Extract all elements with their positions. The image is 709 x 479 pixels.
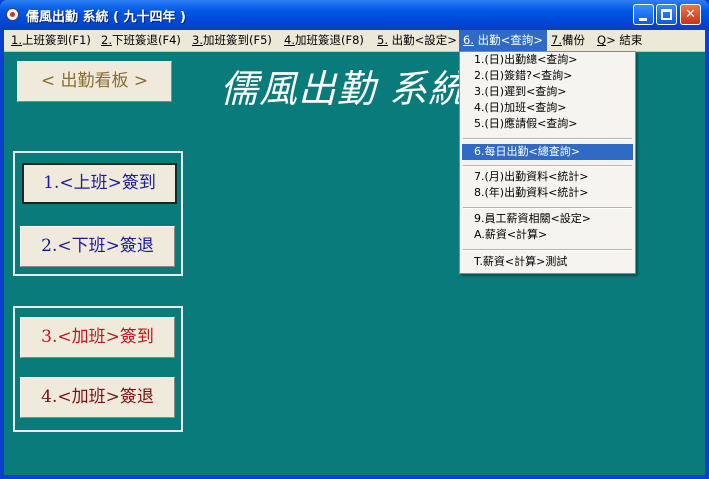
clock-out-button[interactable]: 2.<下班>簽退 [20,226,175,267]
minimize-button[interactable] [633,4,654,25]
dd-separator [463,207,632,209]
dd-salary-calc[interactable]: A.薪資<計算> [462,227,633,243]
system-title: 儒風出勤 系統 [220,67,468,111]
menu-ot-in[interactable]: 3.加班簽到(F5) [188,30,276,51]
dd-separator [463,249,632,251]
title-bar[interactable]: 儒風出勤 系統 ( 九十四年 ) ✕ [0,0,709,30]
app-icon[interactable] [6,8,19,21]
ot-clock-out-button[interactable]: 4.<加班>簽退 [20,377,175,418]
minimize-icon [639,18,647,21]
maximize-button[interactable] [656,4,677,25]
dd-yearly-stats[interactable]: 8.(年)出勤資料<統計> [462,185,633,201]
dd-signing-error-query[interactable]: 2.(日)簽錯?<查詢> [462,68,633,84]
dd-monthly-stats[interactable]: 7.(月)出勤資料<統計> [462,169,633,185]
menu-attendance-query[interactable]: 6. 出勤<查詢> [459,30,547,51]
menu-exit[interactable]: Q> 結束 [593,30,646,51]
menu-clock-in[interactable]: 1.上班簽到(F1) [7,30,95,51]
close-button[interactable]: ✕ [680,4,701,25]
dd-late-query[interactable]: 3.(日)遲到<查詢> [462,84,633,100]
dd-separator [463,138,632,140]
query-dropdown-menu: 1.(日)出勤總<查詢> 2.(日)簽錯?<查詢> 3.(日)遲到<查詢> 4.… [459,51,636,274]
dd-overtime-query[interactable]: 4.(日)加班<查詢> [462,100,633,116]
dd-salary-calc-test[interactable]: T.薪資<計算>測試 [462,254,633,270]
ot-clock-in-button[interactable]: 3.<加班>簽到 [20,317,175,358]
menu-bar: 1.上班簽到(F1) 2.下班簽退(F4) 3.加班簽到(F5) 4.加班簽退(… [4,30,705,52]
menu-backup[interactable]: 7.備份 [547,30,589,51]
dd-daily-attendance-query[interactable]: 1.(日)出勤總<查詢> [462,52,633,68]
menu-attendance-settings[interactable]: 5. 出勤<設定> [373,30,461,51]
dd-separator [463,165,632,167]
close-icon: ✕ [685,7,696,22]
attendance-board-button[interactable]: < 出勤看板 > [17,61,172,102]
dd-salary-settings[interactable]: 9.員工薪資相關<設定> [462,211,633,227]
dd-total-daily-query[interactable]: 6.每日出勤<總查詢> [462,144,633,160]
dd-leave-query[interactable]: 5.(日)應請假<查詢> [462,116,633,132]
menu-ot-out[interactable]: 4.加班簽退(F8) [280,30,368,51]
clock-in-button[interactable]: 1.<上班>簽到 [22,163,177,204]
window-title: 儒風出勤 系統 ( 九十四年 ) [26,10,186,25]
maximize-icon [661,9,672,20]
menu-clock-out[interactable]: 2.下班簽退(F4) [97,30,185,51]
